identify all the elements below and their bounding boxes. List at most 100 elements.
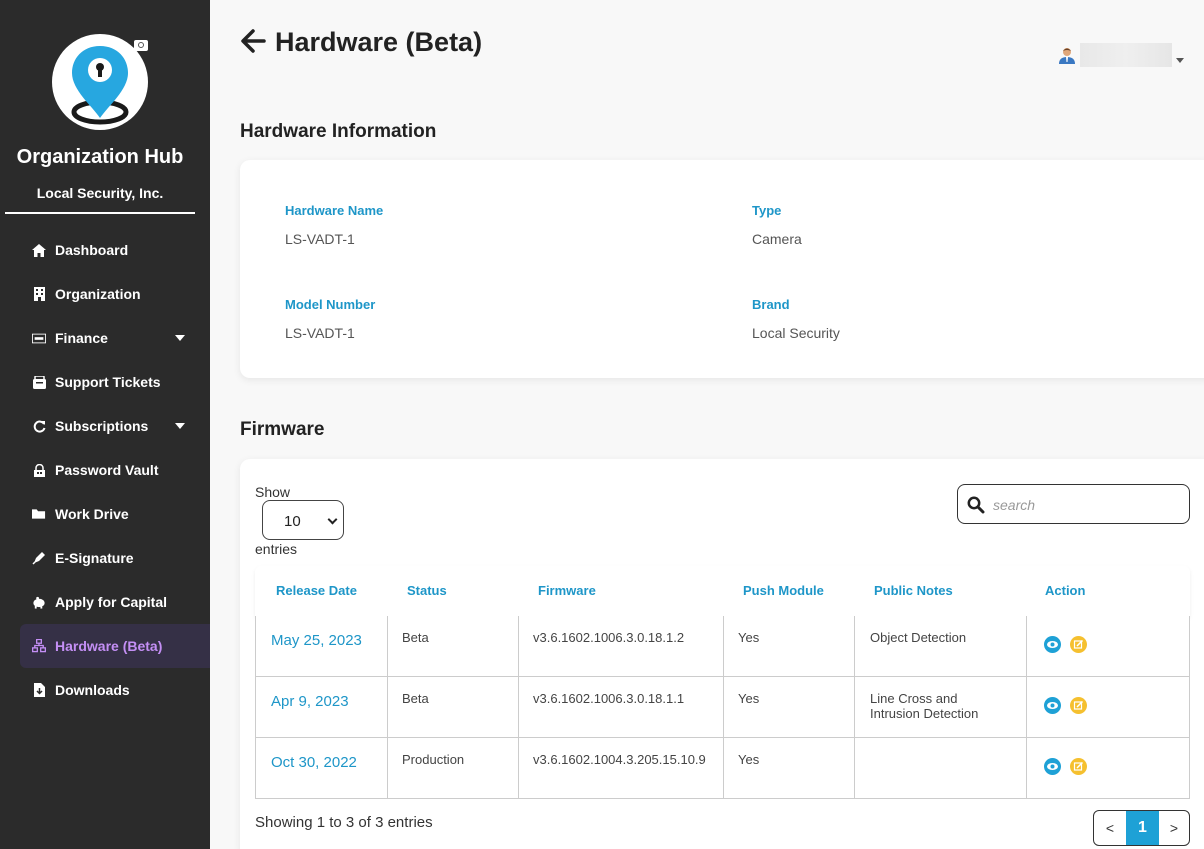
building-icon: [32, 287, 46, 301]
home-icon: [32, 243, 46, 257]
type-label: Type: [752, 203, 782, 218]
refresh-icon: [32, 419, 46, 433]
view-eye-icon[interactable]: [1044, 697, 1061, 714]
page-size-select[interactable]: 10: [262, 500, 344, 540]
sidebar-item-password-vault[interactable]: Password Vault: [20, 448, 210, 492]
column-header-firmware[interactable]: Firmware: [538, 583, 596, 598]
type-value: Camera: [752, 231, 802, 247]
cell-divider: [1026, 616, 1027, 676]
edit-icon[interactable]: [1070, 636, 1087, 653]
public-notes-cell: Object Detection: [870, 630, 966, 645]
org-hub-title: Organization Hub: [16, 146, 184, 168]
cell-divider: [387, 738, 388, 798]
column-header-status[interactable]: Status: [407, 583, 447, 598]
cell-divider: [723, 738, 724, 798]
piggy-bank-icon: [32, 595, 46, 609]
sidebar-divider: [5, 212, 195, 214]
firmware-title: Firmware: [240, 419, 325, 440]
status-cell: Production: [402, 752, 465, 767]
search-icon: [967, 496, 985, 514]
download-file-icon: [32, 683, 46, 697]
table-summary: Showing 1 to 3 of 3 entries: [255, 814, 433, 831]
cell-divider: [854, 677, 855, 737]
sidebar-item-hardware-beta[interactable]: Hardware (Beta): [20, 624, 210, 668]
sidebar-item-label: Downloads: [55, 682, 130, 698]
sidebar-item-support-tickets[interactable]: Support Tickets: [20, 360, 210, 404]
cell-divider: [723, 616, 724, 676]
view-eye-icon[interactable]: [1044, 758, 1061, 775]
sidebar-item-e-signature[interactable]: E-Signature: [20, 536, 210, 580]
status-cell: Beta: [402, 691, 429, 706]
sidebar-item-organization[interactable]: Organization: [20, 272, 210, 316]
sidebar-item-apply-for-capital[interactable]: Apply for Capital: [20, 580, 210, 624]
firmware-card: Show 10 entries search Release Date Stat…: [240, 459, 1204, 849]
chevron-down-icon[interactable]: [175, 423, 185, 429]
release-date-link[interactable]: May 25, 2023: [271, 633, 362, 648]
sidebar-nav: Dashboard Organization Finance Support T…: [20, 228, 210, 712]
chevron-down-icon[interactable]: [175, 335, 185, 341]
hardware-info-card: Hardware Name LS-VADT-1 Type Camera Mode…: [240, 160, 1204, 378]
sidebar-item-label: Dashboard: [55, 242, 129, 258]
pagination-page-button[interactable]: 1: [1126, 811, 1159, 845]
camera-icon[interactable]: [134, 40, 148, 51]
pen-icon: [32, 551, 46, 565]
hardware-info-title: Hardware Information: [240, 121, 437, 142]
column-header-public-notes[interactable]: Public Notes: [874, 583, 953, 598]
sidebar-item-subscriptions[interactable]: Subscriptions: [20, 404, 210, 448]
view-eye-icon[interactable]: [1044, 636, 1061, 653]
pagination: < 1 >: [1093, 810, 1190, 846]
vault-icon: [32, 463, 46, 477]
hardware-name-value: LS-VADT-1: [285, 231, 355, 247]
table-row: May 25, 2023 Beta v3.6.1602.1006.3.0.18.…: [255, 616, 1190, 677]
network-icon: [32, 639, 46, 653]
column-header-action: Action: [1045, 583, 1086, 598]
table-row: Apr 9, 2023 Beta v3.6.1602.1006.3.0.18.1…: [255, 677, 1190, 738]
cell-divider: [387, 616, 388, 676]
sidebar-item-finance[interactable]: Finance: [20, 316, 210, 360]
model-number-value: LS-VADT-1: [285, 325, 355, 341]
push-module-cell: Yes: [738, 691, 760, 706]
page-title: Hardware (Beta): [275, 27, 483, 57]
sidebar-item-label: Apply for Capital: [55, 594, 168, 610]
cell-divider: [1026, 738, 1027, 798]
sidebar-item-label: Finance: [55, 330, 108, 346]
cell-divider: [387, 677, 388, 737]
release-date-link[interactable]: Oct 30, 2022: [271, 755, 357, 770]
table-row: Oct 30, 2022 Production v3.6.1602.1004.3…: [255, 738, 1190, 799]
cell-divider: [854, 616, 855, 676]
money-bill-icon: [32, 331, 46, 345]
release-date-link[interactable]: Apr 9, 2023: [271, 694, 349, 709]
ticket-icon: [32, 375, 46, 389]
pagination-next-button[interactable]: >: [1159, 811, 1189, 845]
hardware-name-label: Hardware Name: [285, 203, 384, 218]
column-header-release-date[interactable]: Release Date: [276, 583, 357, 598]
status-cell: Beta: [402, 630, 429, 645]
public-notes-cell: Line Cross and Intrusion Detection: [870, 691, 978, 721]
firmware-table: Release Date Status Firmware Push Module…: [255, 566, 1190, 799]
firmware-cell: v3.6.1602.1006.3.0.18.1.2: [533, 630, 685, 645]
cell-divider: [518, 738, 519, 798]
brand-label: Brand: [752, 297, 790, 312]
table-header: Release Date Status Firmware Push Module…: [255, 566, 1190, 616]
sidebar-item-label: Password Vault: [55, 462, 159, 478]
sidebar-item-label: E-Signature: [55, 550, 134, 566]
edit-icon[interactable]: [1070, 758, 1087, 775]
sidebar-item-work-drive[interactable]: Work Drive: [20, 492, 210, 536]
model-number-label: Model Number: [285, 297, 376, 312]
notes-line: Line Cross and: [870, 691, 958, 706]
edit-icon[interactable]: [1070, 697, 1087, 714]
cell-divider: [723, 677, 724, 737]
page-size-value: 10: [284, 513, 301, 530]
sidebar-item-downloads[interactable]: Downloads: [20, 668, 210, 712]
user-menu[interactable]: [1058, 42, 1188, 68]
user-name: [1080, 43, 1172, 67]
back-arrow-icon[interactable]: [240, 28, 266, 54]
pagination-prev-button[interactable]: <: [1094, 811, 1126, 845]
notes-line: Object Detection: [870, 630, 967, 645]
search-input[interactable]: search: [957, 484, 1190, 524]
column-header-push-module[interactable]: Push Module: [743, 583, 824, 598]
chevron-down-icon[interactable]: [1176, 58, 1184, 63]
sidebar-item-label: Work Drive: [55, 506, 129, 522]
sidebar-item-dashboard[interactable]: Dashboard: [20, 228, 210, 272]
brand-value: Local Security: [752, 325, 840, 341]
